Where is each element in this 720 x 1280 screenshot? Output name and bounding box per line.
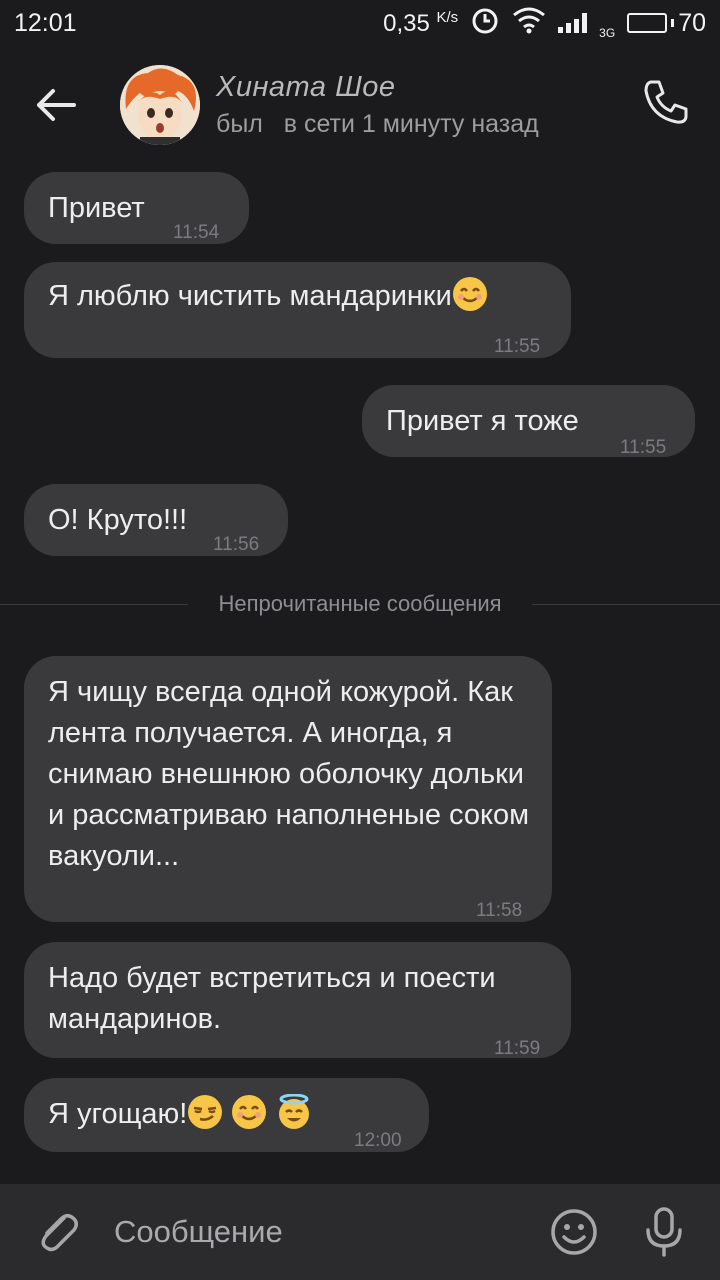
message-composer — [0, 1184, 720, 1280]
message-time: 11:58 — [476, 900, 523, 921]
network-speed: 0,35 K/s — [383, 8, 459, 37]
smiling-face-icon — [452, 277, 487, 311]
alarm-icon — [470, 5, 500, 42]
voice-message-button[interactable] — [634, 1202, 694, 1262]
contact-info[interactable]: Хината Шое был в сети 1 минуту назад — [216, 71, 539, 139]
wifi-icon — [512, 6, 546, 41]
divider-line — [0, 603, 189, 605]
message-bubble[interactable]: Я угощаю! 12:00 — [24, 1078, 429, 1152]
message-time: 11:55 — [494, 336, 541, 357]
message-text: Я люблю чистить мандаринки — [48, 276, 488, 317]
message-bubble[interactable]: Привет я тоже 11:55 — [362, 385, 695, 458]
smiling-face-icon — [232, 1095, 267, 1129]
message-bubble[interactable]: Надо будет встретиться и поести мандарин… — [24, 942, 571, 1059]
network-type: 3G — [599, 25, 616, 40]
battery-icon: 70 — [627, 9, 706, 38]
message-bubble[interactable]: О! Круто!!! 11:56 — [24, 484, 288, 556]
message-time: 12:00 — [354, 1130, 402, 1151]
message-text: О! Круто!!! — [48, 504, 188, 536]
contact-status: был в сети 1 минуту назад — [216, 110, 539, 138]
message-bubble[interactable]: Я люблю чистить мандаринки 11:55 — [24, 262, 571, 358]
attach-button[interactable] — [28, 1202, 88, 1262]
message-bubble[interactable]: Я чищу всегда одной кожурой. Как лента п… — [24, 656, 552, 922]
avatar[interactable] — [120, 65, 200, 145]
back-arrow-icon — [37, 89, 76, 121]
message-text: Надо будет встретиться и поести мандарин… — [48, 962, 496, 1035]
battery-level: 70 — [678, 8, 706, 37]
status-time: 12:01 — [14, 8, 77, 37]
message-time: 11:59 — [494, 1038, 541, 1059]
message-text: Привет — [48, 192, 145, 224]
signal-icon — [558, 13, 588, 33]
back-button[interactable] — [16, 65, 96, 145]
unread-divider-label: Непрочитанные сообщения — [218, 591, 502, 616]
emoji-button[interactable] — [544, 1202, 604, 1262]
message-input[interactable] — [114, 1214, 544, 1250]
message-text: Привет я тоже — [386, 405, 579, 437]
smirking-face-icon — [188, 1095, 223, 1129]
status-bar: 12:01 0,35 K/s 3G 70 — [0, 0, 720, 46]
message-time: 11:55 — [620, 437, 667, 458]
message-time: 11:56 — [213, 534, 260, 555]
contact-name: Хината Шое — [216, 71, 396, 103]
microphone-icon — [646, 1207, 682, 1257]
halo-face-icon — [278, 1094, 309, 1129]
unread-divider: Непрочитанные сообщения — [0, 585, 720, 623]
emoji-icon — [551, 1209, 597, 1255]
call-button[interactable] — [634, 70, 698, 134]
chat-header: Хината Шое был в сети 1 минуту назад — [0, 50, 720, 160]
message-bubble[interactable]: Привет 11:54 — [24, 172, 249, 244]
phone-icon — [644, 80, 688, 124]
chat-screen: 12:01 0,35 K/s 3G 70 Хината Шое был в се… — [0, 0, 720, 1280]
paperclip-icon — [41, 1214, 78, 1252]
message-text: Я угощаю! — [48, 1094, 312, 1135]
status-indicators: 0,35 K/s 3G 70 — [383, 5, 706, 42]
message-time: 11:54 — [173, 222, 220, 243]
message-text: Я чищу всегда одной кожурой. Как лента п… — [48, 676, 530, 872]
divider-line — [531, 603, 720, 605]
